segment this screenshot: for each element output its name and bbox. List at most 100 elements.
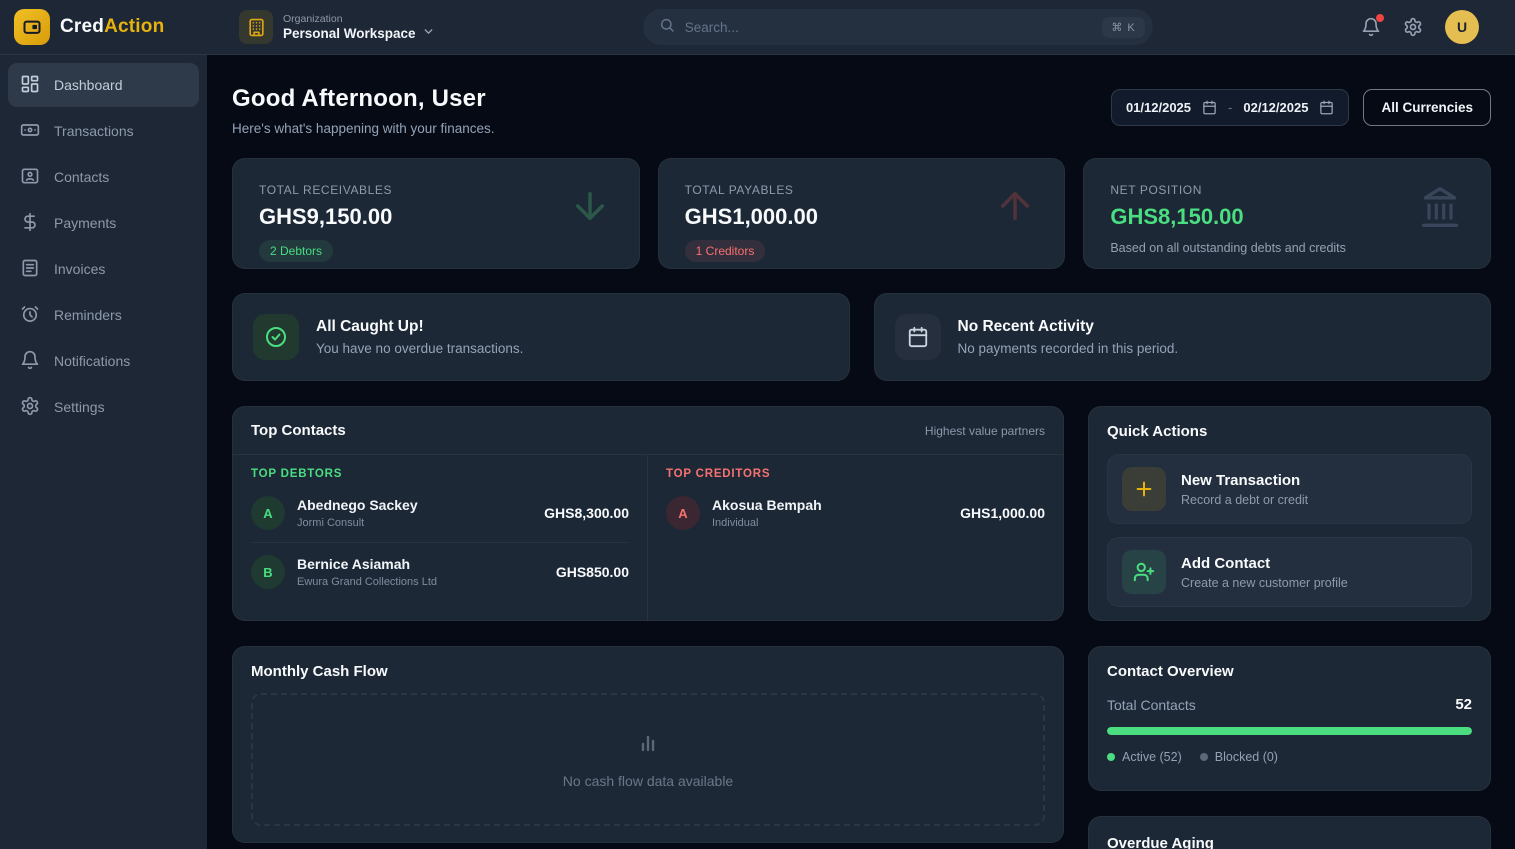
app-logo-icon [14,9,50,45]
page-title: Good Afternoon, User [232,85,495,113]
bar-chart-icon [636,730,660,759]
contacts-progress-fill [1107,727,1472,735]
blocked-dot-icon [1200,753,1208,761]
sidebar-item-invoices[interactable]: Invoices [8,247,199,291]
search-bar[interactable]: ⌘ K [643,9,1153,45]
contact-name: Abednego Sackey [297,497,418,513]
card-title: Top Contacts [251,422,346,439]
payments-icon [20,212,40,235]
sidebar-item-label: Invoices [54,261,105,277]
sidebar-item-reminders[interactable]: Reminders [8,293,199,337]
action-subtitle: Create a new customer profile [1181,576,1348,590]
card-title: Overdue Aging [1107,835,1472,849]
creditors-badge: 1 Creditors [685,240,766,262]
new-transaction-button[interactable]: New Transaction Record a debt or credit [1107,454,1472,524]
contact-avatar: A [666,496,700,530]
arrow-up-icon [994,185,1036,232]
bell-icon [20,350,40,373]
check-circle-icon [253,314,299,360]
sidebar-item-label: Reminders [54,307,122,323]
date-to-input[interactable]: 02/12/2025 [1243,100,1308,115]
overdue-aging-card: Overdue Aging [1088,816,1491,849]
action-title: New Transaction [1181,472,1308,489]
sidebar-item-dashboard[interactable]: Dashboard [8,63,199,107]
brand-header: CredAction [0,0,207,55]
stat-value: GHS9,150.00 [259,204,613,230]
total-contacts-value: 52 [1455,696,1472,713]
debtor-row[interactable]: B Bernice Asiamah Ewura Grand Collection… [251,542,629,601]
sidebar-item-contacts[interactable]: Contacts [8,155,199,199]
brand-primary: Cred [60,16,104,37]
contact-company: Individual [712,517,822,529]
chevron-down-icon [422,25,435,41]
notification-dot [1376,14,1384,22]
card-title: Monthly Cash Flow [251,663,1045,680]
notice-subtitle: You have no overdue transactions. [316,341,523,356]
debtors-heading: TOP DEBTORS [251,468,629,480]
main-content: Good Afternoon, User Here's what's happe… [207,55,1515,849]
sidebar-item-transactions[interactable]: Transactions [8,109,199,153]
sidebar-item-label: Contacts [54,169,109,185]
notifications-button[interactable] [1361,17,1381,37]
contact-company: Ewura Grand Collections Ltd [297,576,437,588]
search-shortcut-badge: ⌘ K [1102,17,1144,38]
calendar-icon[interactable] [1202,100,1217,115]
stat-label: TOTAL RECEIVABLES [259,183,613,197]
brand-secondary: Action [104,16,164,37]
currency-filter-button[interactable]: All Currencies [1363,89,1491,126]
sidebar-item-label: Dashboard [54,77,123,93]
topbar: Organization Personal Workspace ⌘ K [207,0,1515,55]
search-input[interactable] [685,20,1093,35]
invoices-icon [20,258,40,281]
contact-amount: GHS8,300.00 [544,505,629,521]
reminders-icon [20,304,40,327]
bank-icon [1418,185,1462,234]
settings-button[interactable] [1403,17,1423,37]
date-separator: - [1228,100,1232,115]
contact-company: Jormi Consult [297,517,418,529]
stat-value: GHS1,000.00 [685,204,1039,230]
net-position-card: NET POSITION GHS8,150.00 Based on all ou… [1083,158,1491,269]
stat-value: GHS8,150.00 [1110,204,1464,230]
user-avatar[interactable]: U [1445,10,1479,44]
organization-selector[interactable]: Organization Personal Workspace [239,10,435,44]
add-contact-button[interactable]: Add Contact Create a new customer profil… [1107,537,1472,607]
user-plus-icon [1122,550,1166,594]
empty-message: No cash flow data available [563,773,733,789]
notice-title: No Recent Activity [958,318,1179,336]
total-receivables-card: TOTAL RECEIVABLES GHS9,150.00 2 Debtors [232,158,640,269]
top-debtors-column: TOP DEBTORS A Abednego Sackey Jormi Cons… [233,455,648,620]
top-creditors-column: TOP CREDITORS A Akosua Bempah Individual… [648,455,1063,620]
calendar-icon[interactable] [1319,100,1334,115]
search-icon [659,17,675,38]
contacts-progress-bar [1107,727,1472,735]
blocked-label: Blocked (0) [1215,750,1278,764]
date-from-input[interactable]: 01/12/2025 [1126,100,1191,115]
sidebar-item-payments[interactable]: Payments [8,201,199,245]
contact-name: Akosua Bempah [712,497,822,513]
page-subtitle: Here's what's happening with your financ… [232,121,495,136]
sidebar-item-notifications[interactable]: Notifications [8,339,199,383]
sidebar-item-settings[interactable]: Settings [8,385,199,429]
contact-amount: GHS1,000.00 [960,505,1045,521]
debtor-row[interactable]: A Abednego Sackey Jormi Consult GHS8,300… [251,484,629,542]
date-range-picker[interactable]: 01/12/2025 - 02/12/2025 [1111,89,1350,126]
creditor-row[interactable]: A Akosua Bempah Individual GHS1,000.00 [666,484,1045,542]
sidebar: CredAction Dashboard Transactions Contac… [0,0,207,849]
card-hint: Highest value partners [925,424,1045,438]
blocked-legend: Blocked (0) [1200,750,1278,764]
debtors-badge: 2 Debtors [259,240,333,262]
arrow-down-icon [569,185,611,232]
app-name: CredAction [60,16,164,38]
stat-note: Based on all outstanding debts and credi… [1110,241,1464,255]
dashboard-icon [20,74,40,97]
notice-title: All Caught Up! [316,318,523,336]
active-legend: Active (52) [1107,750,1182,764]
active-label: Active (52) [1122,750,1182,764]
monthly-cash-flow-card: Monthly Cash Flow No cash flow data avai… [232,646,1064,843]
card-title: Contact Overview [1107,663,1472,680]
building-icon [239,10,273,44]
action-title: Add Contact [1181,555,1348,572]
notice-subtitle: No payments recorded in this period. [958,341,1179,356]
contact-overview-card: Contact Overview Total Contacts 52 Activ… [1088,646,1491,791]
